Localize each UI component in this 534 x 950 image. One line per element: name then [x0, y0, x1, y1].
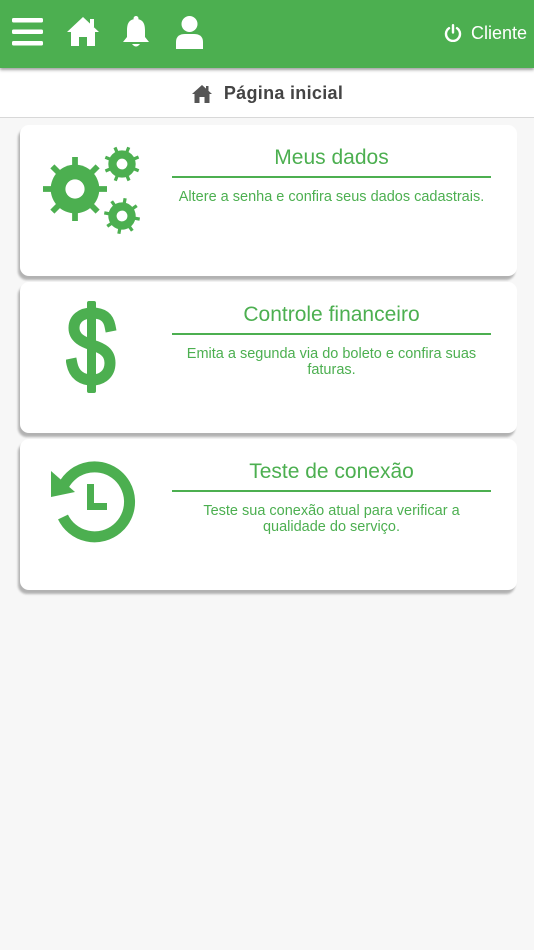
page-header: Página inicial: [0, 70, 534, 118]
card-description: Altere a senha e confira seus dados cada…: [178, 189, 485, 205]
history-icon: [51, 461, 136, 543]
power-icon: [444, 24, 462, 42]
menu-icon[interactable]: [12, 18, 43, 46]
card-description: Emita a segunda via do boleto e confira …: [186, 346, 477, 378]
card-title: Teste de conexão: [172, 459, 491, 492]
card-controle-financeiro[interactable]: Controle financeiro Emita a segunda via …: [20, 282, 517, 433]
dollar-icon: [66, 301, 117, 393]
user-menu-button[interactable]: Cliente: [444, 20, 527, 46]
home-icon: [191, 84, 212, 103]
top-bar: Cliente: [0, 0, 534, 68]
card-meus-dados[interactable]: Meus dados Altere a senha e confira seus…: [20, 125, 517, 276]
user-icon[interactable]: [175, 15, 204, 49]
card-teste-conexao[interactable]: Teste de conexão Teste sua conexão atual…: [20, 439, 517, 590]
bell-icon[interactable]: [121, 15, 151, 49]
card-title: Meus dados: [172, 145, 491, 178]
home-icon[interactable]: [66, 16, 100, 48]
page-title: Página inicial: [223, 83, 344, 103]
gears-icon: [42, 143, 146, 237]
user-label: Cliente: [470, 22, 527, 43]
card-description: Teste sua conexão atual para verificar a…: [203, 503, 460, 535]
card-title: Controle financeiro: [172, 302, 491, 335]
